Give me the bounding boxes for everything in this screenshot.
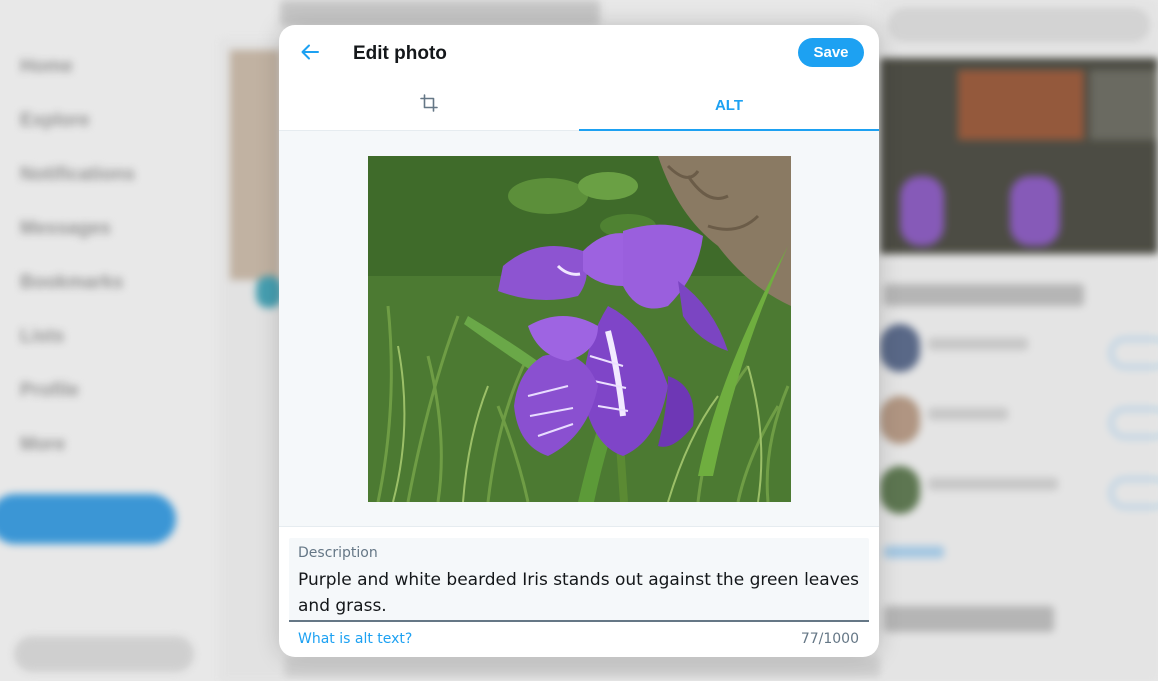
arrow-left-icon <box>300 42 320 67</box>
description-field[interactable]: Description Purple and white bearded Iri… <box>289 538 869 622</box>
tab-crop[interactable] <box>279 81 579 130</box>
crop-icon <box>420 94 438 117</box>
modal-header: Edit photo Save <box>279 25 879 81</box>
description-footer: What is alt text? 77/1000 <box>298 630 859 648</box>
edit-photo-modal: Edit photo Save ALT Description Purple a… <box>279 25 879 657</box>
back-button[interactable] <box>293 37 327 71</box>
tab-alt[interactable]: ALT <box>579 81 879 131</box>
modal-title: Edit photo <box>353 43 447 64</box>
purple-iris-photo <box>368 156 791 502</box>
image-preview-area <box>279 131 879 527</box>
edit-tabs: ALT <box>279 81 879 131</box>
tab-alt-label: ALT <box>714 97 744 114</box>
save-button[interactable]: Save <box>798 38 864 67</box>
description-label: Description <box>298 545 378 561</box>
character-counter: 77/1000 <box>800 631 859 647</box>
what-is-alt-text-link[interactable]: What is alt text? <box>298 631 412 647</box>
description-input[interactable]: Purple and white bearded Iris stands out… <box>298 567 860 619</box>
